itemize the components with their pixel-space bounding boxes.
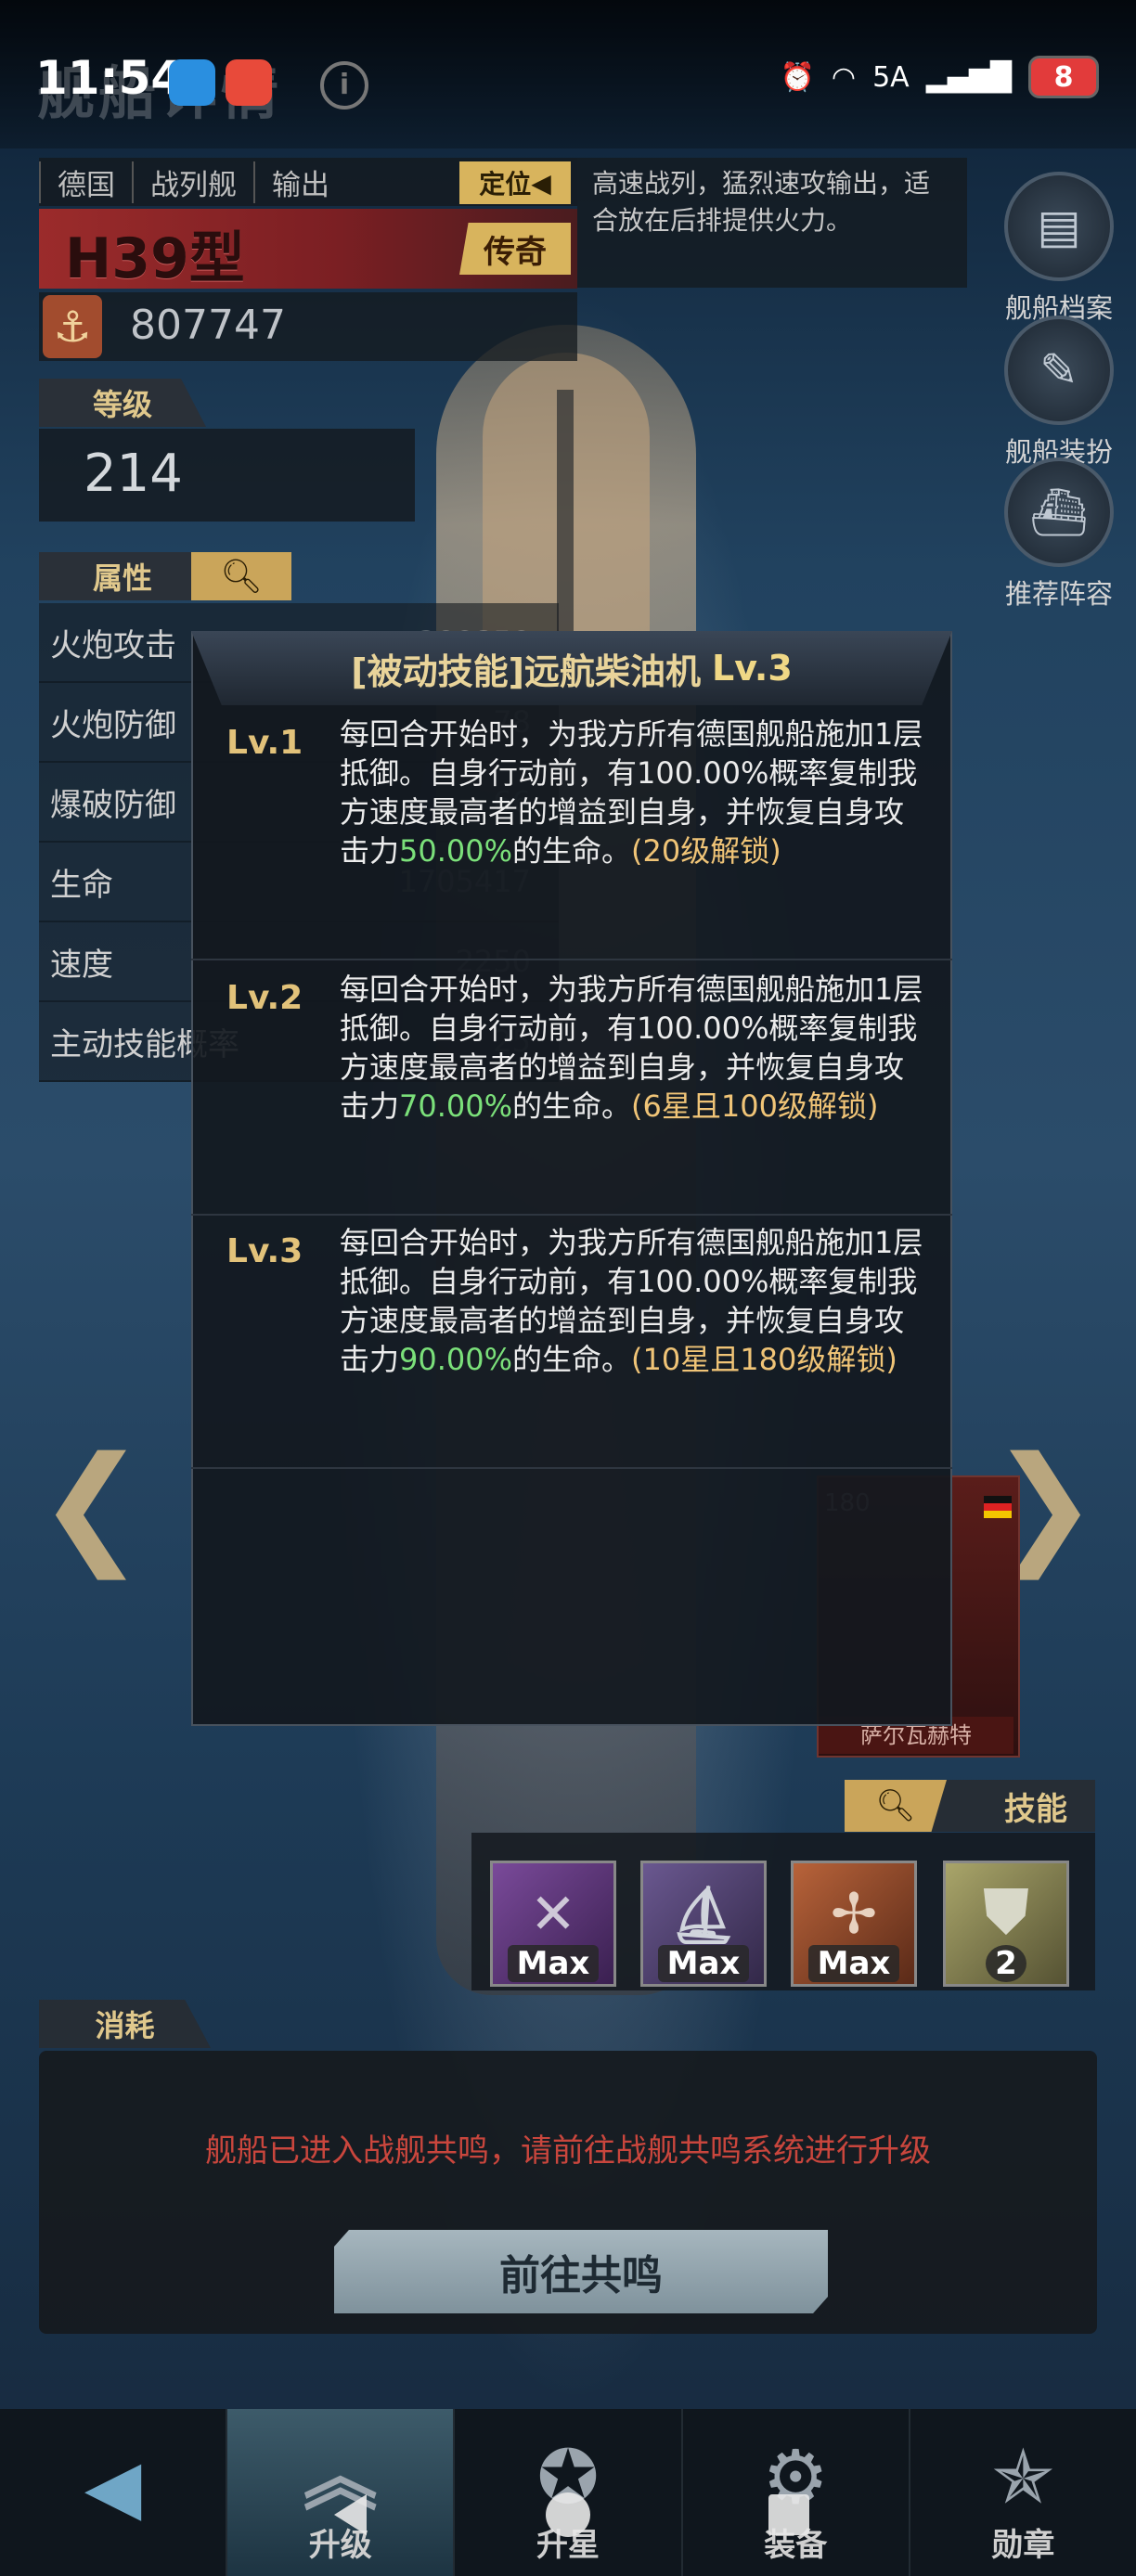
ship-bow-icon: ⛵︎ xyxy=(667,1883,740,1948)
alarm-icon: ⏰ xyxy=(780,60,815,94)
skill-level-desc: 每回合开始时，为我方所有德国舰船施加1层抵御。自身行动前，有100.00%概率复… xyxy=(340,716,923,869)
skill-level-label: Lv.2 xyxy=(226,979,303,1017)
skill-level-desc: 每回合开始时，为我方所有德国舰船施加1层抵御。自身行动前，有100.00%概率复… xyxy=(340,972,923,1124)
ship-description: 高速战列，猛烈速攻输出，适合放在后排提供火力。 xyxy=(577,158,967,288)
skill-level-label: Lv.1 xyxy=(226,724,303,762)
system-recents-icon[interactable] xyxy=(761,2487,817,2543)
system-back-icon[interactable] xyxy=(325,2487,381,2543)
magnifier-icon: 🔍︎ xyxy=(875,1787,916,1824)
tag-role: 输出 xyxy=(253,161,346,203)
skill-level-label: Lv.3 xyxy=(226,1232,303,1270)
nav-back-button[interactable]: ◀ xyxy=(0,2409,228,2576)
signal-bars-icon: ▂▄▆█ xyxy=(925,60,1012,94)
tplink-app-icon xyxy=(169,59,215,106)
previous-ship-arrow[interactable]: ❮ xyxy=(37,1429,146,1580)
ship-archive-button[interactable]: ▤ 舰船档案 xyxy=(989,172,1129,326)
wifi-icon: ◠ xyxy=(831,60,857,94)
flag-icon xyxy=(984,1496,1012,1518)
consume-message: 舰船已进入战舰共鸣，请前往战舰共鸣系统进行升级 xyxy=(205,2132,931,2170)
level-value: 214 xyxy=(84,444,183,504)
position-button[interactable]: 定位 ◀ xyxy=(459,161,571,204)
ship-name: H39型 xyxy=(65,226,245,291)
attributes-label: 属性 xyxy=(39,552,206,600)
skill-propeller-button[interactable]: ✢ Max xyxy=(791,1861,917,1987)
anchor-icon: ⚓ xyxy=(43,295,102,358)
skills-search-button[interactable]: 🔍︎ xyxy=(845,1780,947,1832)
level-label: 等级 xyxy=(39,379,206,427)
magnifier-icon: 🔍︎ xyxy=(220,558,263,596)
nav-tab-medal[interactable]: ✯ 勋章 xyxy=(910,2409,1136,2576)
signal-label: 5A xyxy=(872,60,910,94)
skill-popup-title: [被动技能] 远航柴油机 Lv.3 xyxy=(191,631,952,705)
tag-class: 战列舰 xyxy=(132,161,253,203)
skill-level-3: Lv.3 每回合开始时，为我方所有德国舰船施加1层抵御。自身行动前，有100.0… xyxy=(191,1223,952,1469)
cannon-icon: ✕ xyxy=(529,1882,577,1947)
skill-shield-button[interactable]: ⛊ 2 xyxy=(943,1861,1069,1987)
skill-level-2: Lv.2 每回合开始时，为我方所有德国舰船施加1层抵御。自身行动前，有100.0… xyxy=(191,970,952,1216)
power-value: 807747 xyxy=(130,302,286,349)
caret-left-icon: ◀ xyxy=(531,167,551,199)
back-arrow-icon: ◀ xyxy=(84,2443,142,2530)
tag-nation: 德国 xyxy=(39,161,132,203)
paintbrush-icon: ✎ xyxy=(1004,316,1114,425)
propeller-icon: ✢ xyxy=(830,1882,878,1947)
recorder-app-icon xyxy=(226,59,272,106)
ship-icon: ⛴ xyxy=(1004,457,1114,567)
recommended-lineup-button[interactable]: ⛴ 推荐阵容 xyxy=(989,457,1129,612)
power-bar xyxy=(39,292,577,361)
skill-ship-bow-button[interactable]: ⛵︎ Max xyxy=(640,1861,767,1987)
rarity-badge: 传奇 xyxy=(459,223,571,275)
attributes-search-button[interactable]: 🔍︎ xyxy=(191,552,291,600)
skill-cannon-button[interactable]: ✕ Max xyxy=(490,1861,616,1987)
skill-level-1: Lv.1 每回合开始时，为我方所有德国舰船施加1层抵御。自身行动前，有100.0… xyxy=(191,715,952,960)
shield-icon: ⛊ xyxy=(984,1878,1028,1947)
info-icon[interactable]: i xyxy=(320,61,368,109)
ship-skin-button[interactable]: ✎ 舰船装扮 xyxy=(989,316,1129,470)
battery-icon: 8 xyxy=(1028,56,1099,98)
medal-icon: ✯ xyxy=(991,2434,1054,2520)
status-time: 11:54 xyxy=(35,51,184,105)
clipboard-icon: ▤ xyxy=(1004,172,1114,281)
go-resonance-button[interactable]: 前往共鸣 xyxy=(334,2230,828,2313)
system-home-icon[interactable] xyxy=(540,2487,596,2543)
status-indicators: ⏰ ◠ 5A ▂▄▆█ 8 xyxy=(781,56,1099,98)
skill-level-desc: 每回合开始时，为我方所有德国舰船施加1层抵御。自身行动前，有100.00%概率复… xyxy=(340,1225,923,1377)
consume-label: 消耗 xyxy=(39,2000,211,2048)
